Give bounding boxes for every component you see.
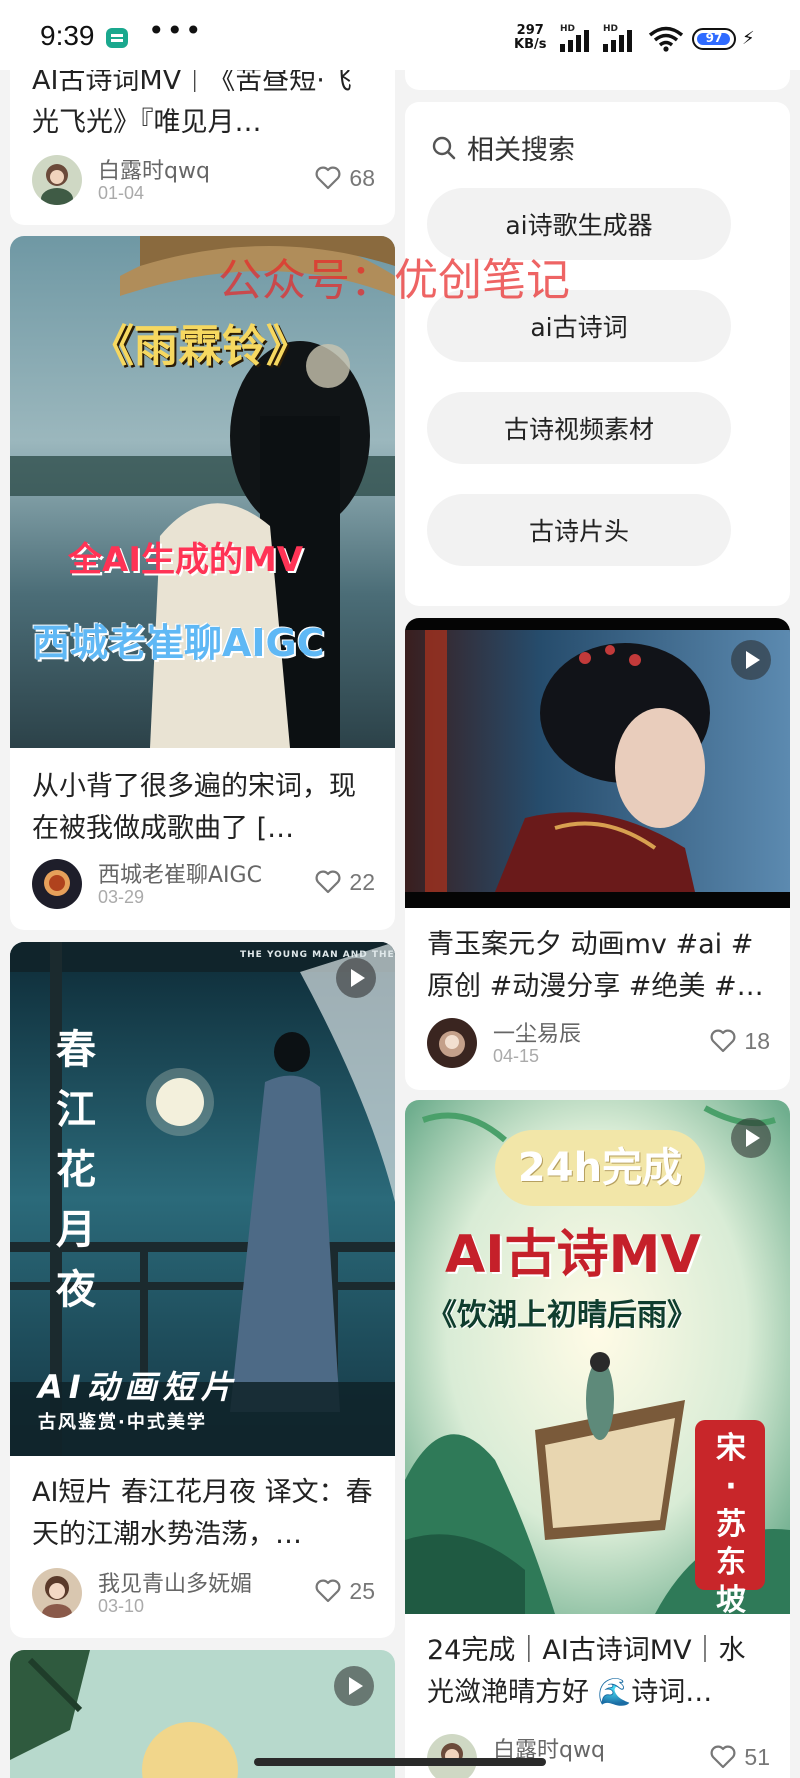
author-name: 一尘易辰 bbox=[493, 1022, 582, 1047]
status-time: 9:39 bbox=[40, 20, 95, 51]
poster-badge: 24h完成 bbox=[495, 1130, 705, 1206]
like-count: 22 bbox=[349, 868, 375, 895]
card-author[interactable]: 我见青山多妩媚 03-10 25 bbox=[32, 1568, 375, 1620]
poster-seal: 宋·苏东坡 bbox=[716, 1431, 746, 1614]
related-search-panel: 相关搜索 ai诗歌生成器 ai古诗词 古诗视频素材 古诗片头 bbox=[405, 102, 790, 606]
related-search-chip[interactable]: 古诗视频素材 bbox=[427, 392, 731, 464]
card-title: 从小背了很多遍的宋词，现在被我做成歌曲了 [… bbox=[32, 771, 356, 844]
hd-label: HD bbox=[603, 24, 619, 34]
related-search-chip[interactable]: 古诗片头 bbox=[427, 494, 731, 566]
post-date: 03-10 bbox=[98, 1596, 145, 1616]
heart-icon bbox=[710, 1029, 736, 1053]
like-count: 68 bbox=[349, 164, 375, 191]
author-name: 西城老崔聊AIGC bbox=[98, 863, 262, 888]
avatar[interactable] bbox=[32, 859, 82, 909]
avatar[interactable] bbox=[427, 1734, 477, 1778]
poster-subtitle: 全AI生成的MV bbox=[68, 540, 304, 580]
home-indicator[interactable] bbox=[254, 1758, 546, 1766]
battery-level: 97 bbox=[705, 31, 723, 45]
feed-card-l2[interactable]: 《雨霖铃》 全AI生成的MV 西城老崔聊AIGC 从小背了很多遍的宋词，现在被我… bbox=[10, 236, 395, 930]
video-thumbnail[interactable]: 《雨霖铃》 全AI生成的MV 西城老崔聊AIGC bbox=[10, 236, 395, 748]
card-author[interactable]: 西城老崔聊AIGC 03-29 22 bbox=[32, 859, 375, 911]
more-notifications-icon: ••• bbox=[148, 14, 204, 47]
signal-1-icon: HD bbox=[560, 24, 596, 52]
like-button[interactable]: 68 bbox=[315, 163, 375, 193]
play-icon[interactable] bbox=[334, 1666, 374, 1706]
poster-subtitle: AI动画短片 bbox=[38, 1368, 239, 1406]
avatar[interactable] bbox=[32, 155, 82, 205]
card-title: AI短片 春江花月夜 译文：春天的江潮水势浩荡，… bbox=[32, 1477, 373, 1550]
card-title: 青玉案元夕 动画mv #ai #原创 #动漫分享 #绝美 #… bbox=[427, 929, 764, 1002]
wifi-icon bbox=[648, 26, 684, 52]
poster-vertical-title: 春江花月夜 bbox=[56, 1027, 96, 1313]
related-search-header: 相关搜索 bbox=[431, 128, 575, 167]
like-count: 51 bbox=[744, 1743, 770, 1770]
charging-icon: ⚡ bbox=[742, 28, 755, 49]
play-icon[interactable] bbox=[731, 640, 771, 680]
card-author[interactable]: 一尘易辰 04-15 18 bbox=[427, 1018, 770, 1070]
card-author[interactable]: 白露时qwq 51 bbox=[427, 1734, 770, 1778]
video-thumbnail[interactable]: 24h完成 AI古诗MV 《饮湖上初晴后雨》 宋·苏东坡 bbox=[405, 1100, 790, 1614]
related-search-label: 相关搜索 bbox=[467, 135, 575, 166]
search-icon bbox=[432, 136, 456, 159]
poster-title: 《雨霖铃》 bbox=[90, 321, 310, 372]
poster-subtitle: 《饮湖上初晴后雨》 bbox=[427, 1298, 697, 1333]
heart-icon bbox=[710, 1745, 736, 1769]
poster-brand: 西城老崔聊AIGC bbox=[32, 621, 325, 665]
heart-icon bbox=[315, 1579, 341, 1603]
poster-tagline-2: 古风鉴赏·中式美学 bbox=[38, 1412, 207, 1433]
video-thumbnail[interactable]: THE YOUNG MAN AND THE SEA 春江花月夜 AI动画短片 古… bbox=[10, 942, 395, 1456]
avatar[interactable] bbox=[427, 1018, 477, 1068]
poster-title: AI古诗MV bbox=[445, 1225, 701, 1285]
heart-icon bbox=[315, 166, 341, 190]
feed-card-r3[interactable]: 24h完成 AI古诗MV 《饮湖上初晴后雨》 宋·苏东坡 24完成｜AI古诗词M… bbox=[405, 1100, 790, 1778]
like-count: 18 bbox=[744, 1027, 770, 1054]
author-name: 我见青山多妩媚 bbox=[98, 1572, 253, 1597]
like-button[interactable]: 22 bbox=[315, 867, 375, 897]
network-speed: 297 KB/s bbox=[514, 24, 546, 52]
post-date: 01-04 bbox=[98, 183, 145, 203]
battery-icon: 97 bbox=[692, 28, 736, 50]
like-button[interactable]: 51 bbox=[710, 1742, 770, 1772]
poster-tagline: THE YOUNG MAN AND THE SEA bbox=[240, 950, 395, 960]
watermark-text: 公众号：优创笔记 bbox=[218, 255, 570, 306]
post-date: 03-29 bbox=[98, 887, 145, 907]
like-button[interactable]: 25 bbox=[315, 1576, 375, 1606]
network-speed-value: 297 bbox=[516, 23, 544, 38]
avatar[interactable] bbox=[32, 1568, 82, 1618]
feed-card-l3[interactable]: THE YOUNG MAN AND THE SEA 春江花月夜 AI动画短片 古… bbox=[10, 942, 395, 1638]
hd-label: HD bbox=[560, 24, 576, 34]
network-speed-unit: KB/s bbox=[514, 37, 547, 52]
heart-icon bbox=[315, 870, 341, 894]
signal-2-icon: HD bbox=[603, 24, 639, 52]
play-icon[interactable] bbox=[731, 1118, 771, 1158]
video-thumbnail[interactable] bbox=[405, 618, 790, 908]
card-title: AI古诗词MV｜《苦昼短·飞光飞光》『唯见月… bbox=[32, 65, 352, 138]
author-name: 白露时qwq bbox=[98, 159, 210, 184]
card-title: 24完成｜AI古诗词MV｜水光潋滟晴方好 🌊诗词… bbox=[427, 1635, 746, 1708]
card-author[interactable]: 白露时qwq 01-04 68 bbox=[32, 155, 375, 207]
post-date: 04-15 bbox=[493, 1046, 540, 1066]
message-notification-icon bbox=[106, 28, 128, 48]
like-button[interactable]: 18 bbox=[710, 1026, 770, 1056]
feed-card-r2[interactable]: 青玉案元夕 动画mv #ai #原创 #动漫分享 #绝美 #… 一尘易辰 04-… bbox=[405, 618, 790, 1090]
status-bar: 9:39 ••• 297 KB/s HD HD 97 ⚡ bbox=[0, 0, 800, 70]
like-count: 25 bbox=[349, 1577, 375, 1604]
play-icon[interactable] bbox=[336, 958, 376, 998]
